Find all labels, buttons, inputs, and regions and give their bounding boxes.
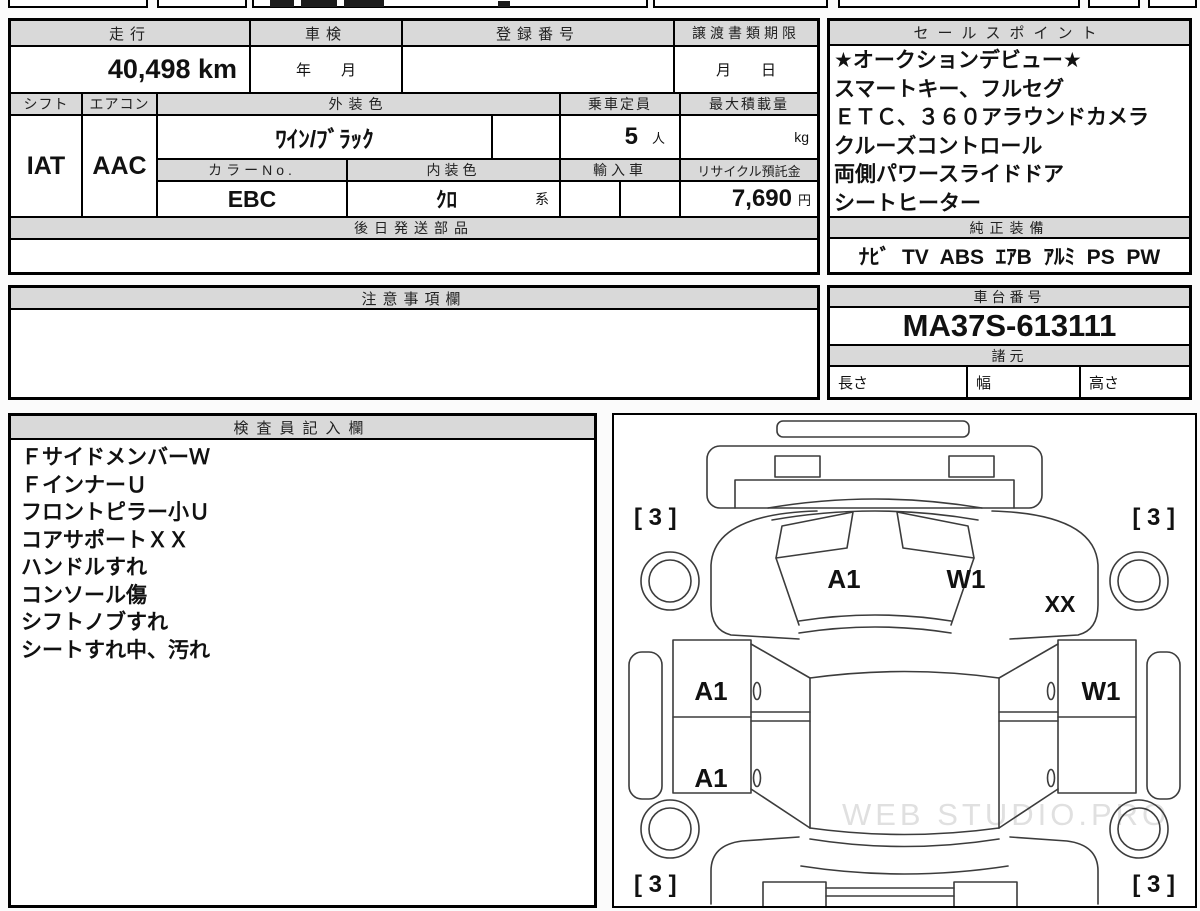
- cutoff-cell: [838, 0, 1080, 8]
- capacity-unit: 人: [651, 130, 665, 146]
- equipment-list: ﾅﾋﾞ TV ABS ｴｱB ｱﾙﾐ PS PW: [829, 238, 1190, 273]
- import-car-header: 輸入車: [560, 159, 680, 181]
- tire-grade-rear-left: [ 3 ]: [634, 871, 677, 898]
- transfer-deadline-value: 月 日: [674, 46, 818, 93]
- vehicle-info-table: 走行 車検 登録番号 譲渡書類期限 40,498 km 年 月 月 日 シフト …: [8, 18, 820, 275]
- cutoff-cell: [157, 0, 247, 8]
- tire-grade-front-right: [ 3 ]: [1132, 504, 1175, 531]
- shift-value: IAT: [10, 115, 82, 217]
- right-fender-mark: XX: [1045, 591, 1076, 617]
- capacity-header: 乗車定員: [560, 93, 680, 115]
- sales-points-header: セールスポイント: [829, 20, 1190, 45]
- max-load-value: kg: [680, 115, 818, 159]
- hood-right-mark: W1: [947, 564, 986, 594]
- capacity-number: 5: [624, 123, 638, 150]
- equipment-header: 純正装備: [829, 217, 1190, 238]
- import-car-cell-1: [560, 181, 620, 217]
- hood-left-mark: A1: [827, 564, 860, 594]
- inspector-box: 検査員記入欄 ＦサイドメンバーＷ ＦインナーＵ フロントピラー小Ｕ コアサポート…: [8, 413, 597, 908]
- length-label: 長さ: [829, 366, 967, 398]
- height-label: 高さ: [1080, 366, 1190, 398]
- recycle-fee-unit: 円: [797, 192, 811, 208]
- color-no-header: カラーNo.: [157, 159, 347, 181]
- later-parts-header: 後日発送部品: [10, 217, 818, 239]
- recycle-fee-value: 7,690 円: [680, 181, 818, 217]
- damage-diagram-box: WEB STUDIO.PRO [3] [3] [3] [3] A…: [612, 413, 1197, 911]
- shaken-value: 年 月: [250, 46, 402, 93]
- car-diagram: WEB STUDIO.PRO [3] [3] [3] [3] A…: [628, 420, 1181, 911]
- sales-points-list: ★オークションデビュー★ スマートキー、フルセグ ＥＴＣ、３６０アラウンドカメラ…: [829, 45, 1190, 217]
- car-outline: [628, 420, 1181, 911]
- inspector-notes: ＦサイドメンバーＷ ＦインナーＵ フロントピラー小Ｕ コアサポートＸＸ ハンドル…: [10, 439, 595, 906]
- chassis-table: 車台番号 MA37S-613111 諸元 長さ 幅 高さ: [827, 285, 1192, 400]
- cutoff-cell: [653, 0, 828, 8]
- transfer-deadline-header: 譲渡書類期限: [674, 20, 818, 46]
- cutoff-cell: [8, 0, 148, 8]
- mileage-header: 走行: [10, 20, 250, 46]
- watermark: WEB STUDIO.PRO: [842, 797, 1170, 832]
- cutoff-cell: [1148, 0, 1197, 8]
- shift-header: シフト: [10, 93, 82, 115]
- chassis-header: 車台番号: [829, 287, 1190, 307]
- max-load-header: 最大積載量: [680, 93, 818, 115]
- tire-grade-rear-right: [ 3 ]: [1132, 871, 1175, 898]
- cutoff-text-fragment: [344, 0, 384, 7]
- cutoff-text-fragment: [270, 0, 294, 7]
- inspector-header: 検査員記入欄: [10, 415, 595, 439]
- width-label: 幅: [967, 366, 1080, 398]
- interior-color-header: 内装色: [347, 159, 560, 181]
- exterior-color-header: 外装色: [157, 93, 560, 115]
- import-car-cell-2: [620, 181, 680, 217]
- recycle-fee-number: 7,690: [731, 185, 792, 212]
- exterior-color-value: ﾜｲﾝ/ﾌﾞﾗｯｸ: [157, 115, 492, 159]
- shaken-header: 車検: [250, 20, 402, 46]
- chassis-number: MA37S-613111: [829, 307, 1190, 345]
- aircon-header: エアコン: [82, 93, 157, 115]
- notes-table: 注意事項欄: [8, 285, 820, 400]
- color-no-value: EBC: [157, 181, 347, 217]
- mileage-value: 40,498 km: [10, 46, 250, 93]
- notes-header: 注意事項欄: [10, 287, 818, 309]
- notes-body: [10, 309, 818, 398]
- door-front-left-mark: A1: [694, 676, 727, 706]
- later-parts-body: [10, 239, 818, 273]
- interior-color-text: ｸﾛ: [436, 189, 457, 212]
- sales-points-table: セールスポイント ★オークションデビュー★ スマートキー、フルセグ ＥＴＣ、３６…: [827, 18, 1192, 275]
- auction-sheet: { "top_row": { "h_mileage": "走行", "h_sha…: [0, 0, 1200, 911]
- capacity-value: 5 人: [560, 115, 680, 159]
- dimensions-header: 諸元: [829, 345, 1190, 366]
- tire-grade-front-left: [ 3 ]: [634, 504, 677, 531]
- interior-color-suffix: 系: [535, 191, 549, 207]
- cutoff-cell: [1088, 0, 1140, 8]
- registration-value: [402, 46, 674, 93]
- door-front-right-mark: W1: [1082, 676, 1121, 706]
- cutoff-text-fragment: [498, 1, 510, 7]
- cutoff-text-fragment: [301, 0, 337, 7]
- exterior-color-extra-cell: [492, 115, 560, 159]
- interior-color-value: ｸﾛ 系: [347, 181, 560, 217]
- registration-header: 登録番号: [402, 20, 674, 46]
- door-rear-left-mark: A1: [694, 763, 727, 793]
- aircon-value: AAC: [82, 115, 157, 217]
- damage-marks: [ 3 ] [ 3 ] [ 3 ] [ 3 ] A1 W1 XX A1 A1 W…: [634, 504, 1175, 898]
- recycle-deposit-header: リサイクル預託金: [680, 159, 818, 181]
